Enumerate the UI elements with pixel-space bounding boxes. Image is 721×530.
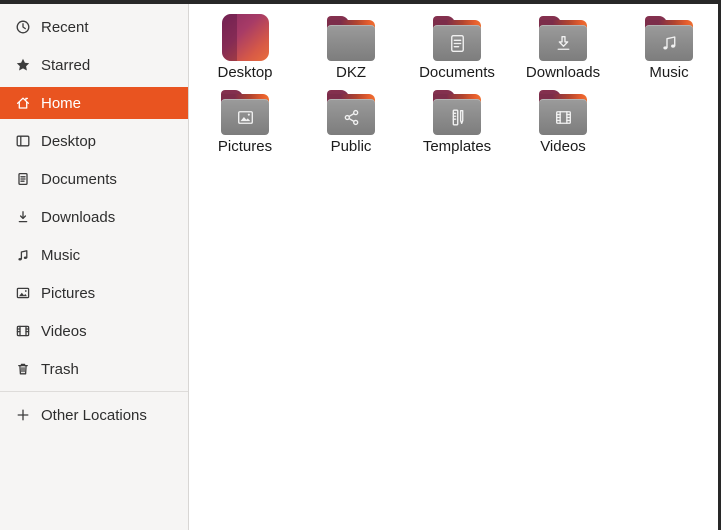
folder-documents-icon bbox=[433, 16, 481, 61]
folder-videos-icon bbox=[539, 90, 587, 135]
file-item-label: Pictures bbox=[217, 138, 273, 155]
sidebar-item-desktop[interactable]: Desktop bbox=[0, 125, 188, 157]
folder-templates-icon bbox=[433, 90, 481, 135]
film-emblem-icon bbox=[555, 110, 571, 124]
file-item-videos[interactable]: Videos bbox=[510, 86, 616, 160]
download-arrow-icon bbox=[15, 209, 31, 225]
sidebar-item-label: Home bbox=[41, 94, 82, 112]
picture-emblem-icon bbox=[237, 110, 253, 124]
sidebar-item-label: Trash bbox=[41, 360, 79, 378]
window-top-edge bbox=[0, 0, 721, 4]
sidebar-item-label: Recent bbox=[41, 18, 89, 36]
sidebar-item-label: Downloads bbox=[41, 208, 116, 226]
file-item-label: DKZ bbox=[336, 64, 366, 81]
file-item-templates[interactable]: Templates bbox=[404, 86, 510, 160]
plus-icon bbox=[15, 407, 31, 423]
sidebar-item-pictures[interactable]: Pictures bbox=[0, 277, 188, 309]
sidebar-item-other-locations[interactable]: Other Locations bbox=[0, 399, 188, 431]
sidebar-item-music[interactable]: Music bbox=[0, 239, 188, 271]
document-icon bbox=[15, 171, 31, 187]
music-note-icon bbox=[15, 247, 31, 263]
sidebar-item-label: Documents bbox=[41, 170, 117, 188]
home-icon bbox=[15, 95, 31, 111]
clock-icon bbox=[15, 19, 31, 35]
desktop-panel-icon bbox=[15, 133, 31, 149]
sidebar-item-trash[interactable]: Trash bbox=[0, 353, 188, 385]
file-item-pictures[interactable]: Pictures bbox=[192, 86, 298, 160]
sidebar-item-starred[interactable]: Starred bbox=[0, 49, 188, 81]
music-emblem-icon bbox=[662, 35, 675, 49]
picture-icon bbox=[15, 285, 31, 301]
file-item-dkz[interactable]: DKZ bbox=[298, 12, 404, 86]
download-emblem-icon bbox=[557, 35, 569, 50]
star-icon bbox=[15, 57, 31, 73]
sidebar-separator bbox=[0, 391, 188, 392]
icon-grid: Desktop DKZ Documents Downloads Music Pi… bbox=[192, 12, 721, 160]
sidebar-item-label: Music bbox=[41, 246, 81, 264]
trash-can-icon bbox=[15, 361, 31, 377]
folder-music-icon bbox=[645, 16, 693, 61]
folder-downloads-icon bbox=[539, 16, 587, 61]
file-item-public[interactable]: Public bbox=[298, 86, 404, 160]
sidebar-item-videos[interactable]: Videos bbox=[0, 315, 188, 347]
folder-pictures-icon bbox=[221, 90, 269, 135]
file-item-desktop[interactable]: Desktop bbox=[192, 12, 298, 86]
file-item-documents[interactable]: Documents bbox=[404, 12, 510, 86]
file-item-music[interactable]: Music bbox=[616, 12, 721, 86]
film-strip-icon bbox=[15, 323, 31, 339]
sidebar-item-recent[interactable]: Recent bbox=[0, 11, 188, 43]
file-item-label: Documents bbox=[419, 64, 495, 81]
file-item-label: Downloads bbox=[525, 64, 601, 81]
document-emblem-icon bbox=[450, 34, 464, 52]
sidebar-item-home[interactable]: Home bbox=[0, 87, 188, 119]
sidebar-item-documents[interactable]: Documents bbox=[0, 163, 188, 195]
sidebar-item-label: Videos bbox=[41, 322, 87, 340]
desktop-wallpaper-icon bbox=[221, 14, 269, 61]
file-item-label: Templates bbox=[422, 138, 492, 155]
file-item-label: Desktop bbox=[217, 64, 273, 81]
file-item-label: Music bbox=[649, 64, 689, 81]
file-item-label: Videos bbox=[540, 138, 586, 155]
sidebar-item-label: Starred bbox=[41, 56, 91, 74]
file-item-label: Public bbox=[330, 138, 372, 155]
file-item-downloads[interactable]: Downloads bbox=[510, 12, 616, 86]
places-sidebar: Recent Starred Home Desktop Documents Do… bbox=[0, 4, 189, 530]
share-emblem-icon bbox=[344, 109, 358, 125]
sidebar-item-downloads[interactable]: Downloads bbox=[0, 201, 188, 233]
folder-share-icon bbox=[327, 90, 375, 135]
sidebar-item-label: Other Locations bbox=[41, 406, 147, 424]
sidebar-item-label: Desktop bbox=[41, 132, 97, 150]
templates-emblem-icon bbox=[452, 109, 463, 125]
file-browser-view: Desktop DKZ Documents Downloads Music Pi… bbox=[190, 4, 721, 530]
folder-icon bbox=[327, 16, 375, 61]
sidebar-item-label: Pictures bbox=[41, 284, 96, 302]
